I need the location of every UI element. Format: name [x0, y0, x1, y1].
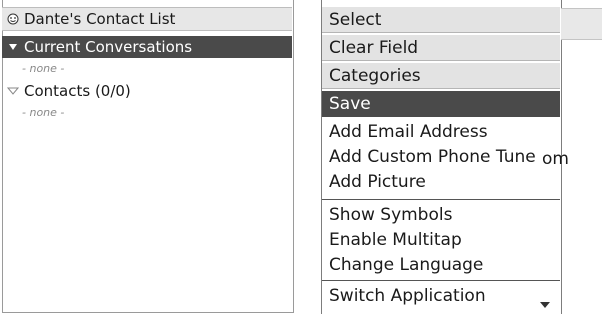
contact-list-panel: Dante's Contact List Current Conversatio…	[0, 0, 295, 314]
group-label: Current Conversations	[24, 38, 193, 56]
contact-list-title: Dante's Contact List	[24, 10, 176, 28]
menu-item-switch-application[interactable]: Switch Application	[322, 283, 560, 309]
menu-separator	[322, 199, 560, 200]
background-field-strip	[561, 8, 602, 40]
menu-item-save[interactable]: Save	[322, 91, 560, 117]
menu-item-categories[interactable]: Categories	[322, 63, 560, 89]
menu-item-clear-field[interactable]: Clear Field	[322, 35, 560, 61]
background-text-overflow: om	[542, 149, 569, 169]
menu-item-change-language[interactable]: Change Language	[322, 252, 560, 278]
smiley-icon	[2, 13, 24, 25]
expanded-arrow-icon	[2, 43, 24, 51]
menu-separator	[322, 280, 560, 281]
scroll-down-icon[interactable]	[540, 302, 550, 308]
group-contacts[interactable]: Contacts (0/0)	[2, 80, 292, 102]
menu-item-select[interactable]: Select	[322, 7, 560, 33]
menu-item-add-email-address[interactable]: Add Email Address	[322, 119, 560, 145]
menu-item-enable-multitap[interactable]: Enable Multitap	[322, 227, 560, 253]
menu-item-add-custom-phone-tune[interactable]: Add Custom Phone Tune	[322, 144, 560, 170]
group-label: Contacts (0/0)	[24, 82, 131, 100]
menu-item-add-picture[interactable]: Add Picture	[322, 169, 560, 195]
group-current-conversations[interactable]: Current Conversations	[2, 36, 292, 58]
collapsed-arrow-icon	[2, 86, 24, 96]
empty-placeholder: - none -	[22, 106, 65, 119]
menu-item-show-symbols[interactable]: Show Symbols	[322, 202, 560, 228]
contact-list-header: Dante's Contact List	[2, 7, 292, 31]
empty-placeholder: - none -	[22, 62, 65, 75]
